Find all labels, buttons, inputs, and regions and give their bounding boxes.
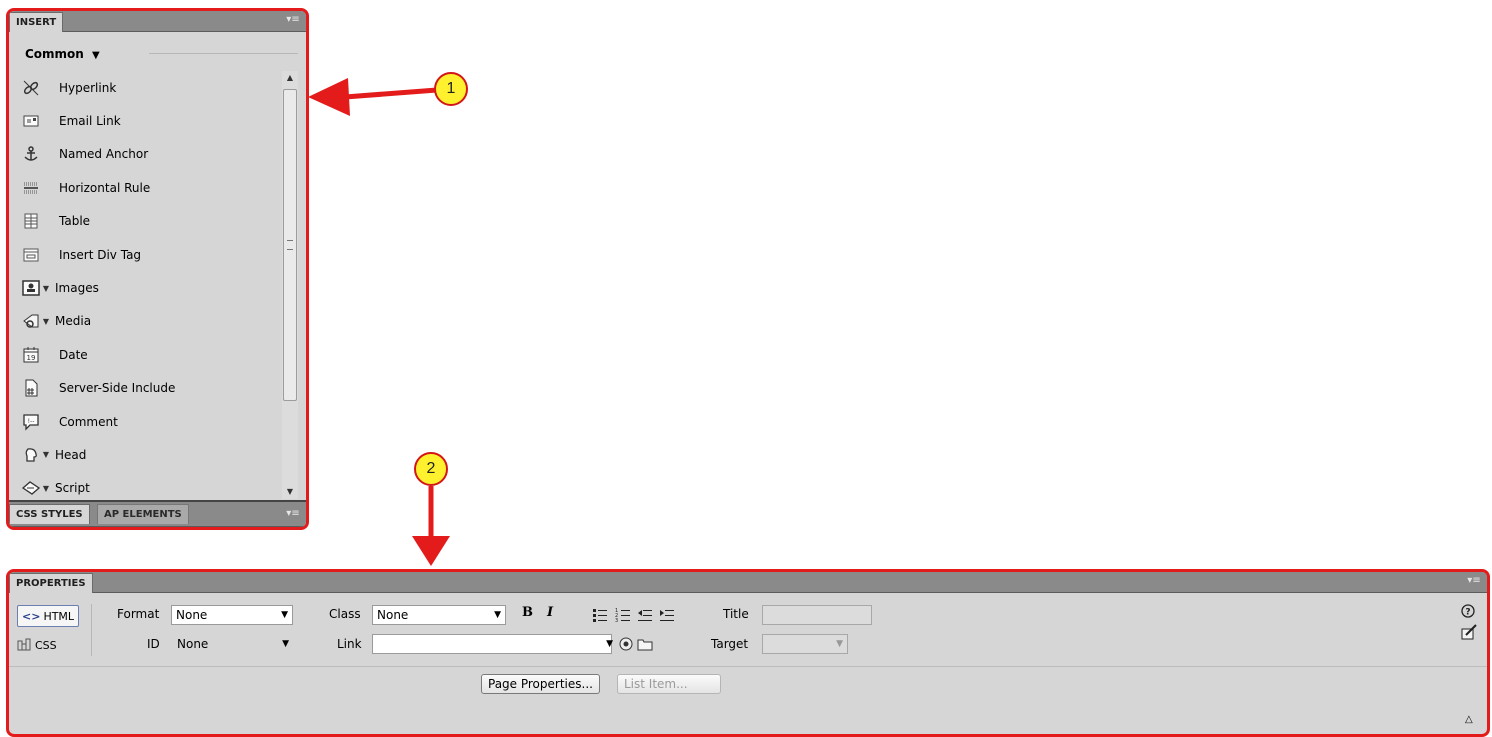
indent-icon[interactable]	[659, 608, 675, 625]
chevron-down-icon: ▼	[494, 610, 501, 620]
ordered-list-icon[interactable]: 123	[615, 608, 631, 625]
browse-folder-icon[interactable]	[637, 638, 653, 654]
chevron-down-icon: ▼	[281, 610, 288, 620]
properties-tab-bar: PROPERTIES ▾≡	[9, 572, 1487, 593]
help-icon[interactable]: ?	[1461, 604, 1475, 621]
html-mode-label: HTML	[43, 609, 75, 623]
chevron-down-icon: ▼	[282, 639, 289, 649]
list-item-button[interactable]: List Item...	[617, 674, 721, 694]
italic-button[interactable]: I	[547, 605, 553, 620]
html-mode-button[interactable]: <> HTML	[17, 605, 80, 627]
mode-divider	[91, 604, 92, 656]
point-to-file-icon[interactable]	[619, 637, 633, 654]
css-mode-button[interactable]: CSS	[17, 637, 57, 654]
format-value: None	[176, 608, 208, 622]
panel-options-menu-icon[interactable]: ▾≡	[1467, 574, 1481, 588]
outdent-icon[interactable]	[637, 608, 653, 625]
bold-button[interactable]: B	[522, 605, 533, 620]
quick-tag-editor-icon[interactable]	[1461, 624, 1477, 643]
format-select[interactable]: None ▼	[171, 605, 293, 625]
id-select[interactable]: None ▼	[173, 635, 293, 655]
link-input[interactable]: ▼	[372, 634, 613, 654]
code-brackets-icon: <>	[22, 609, 41, 623]
css-mode-label: CSS	[35, 639, 57, 652]
link-label: Link	[337, 637, 362, 651]
callout-2: 2	[414, 452, 448, 486]
format-label: Format	[117, 607, 160, 621]
class-label: Class	[329, 607, 361, 621]
properties-panel: PROPERTIES ▾≡ <> HTML CSS Format None ▼ …	[6, 569, 1490, 737]
id-value: None	[177, 637, 209, 651]
class-select[interactable]: None ▼	[372, 605, 506, 625]
target-select[interactable]: ▼	[762, 634, 848, 654]
svg-text:3: 3	[615, 618, 618, 622]
tab-properties[interactable]: PROPERTIES	[9, 573, 93, 593]
title-input[interactable]	[762, 605, 872, 625]
properties-divider	[9, 666, 1487, 667]
page-properties-button[interactable]: Page Properties...	[481, 674, 600, 694]
chevron-down-icon: ▼	[836, 639, 843, 649]
id-label: ID	[147, 637, 160, 651]
css-grid-icon	[17, 637, 31, 654]
title-label: Title	[723, 607, 749, 621]
class-value: None	[377, 608, 409, 622]
svg-text:?: ?	[1465, 608, 1470, 618]
collapse-arrow-icon[interactable]: △	[1465, 714, 1473, 725]
callout-1: 1	[434, 72, 468, 106]
unordered-list-icon[interactable]	[592, 608, 608, 625]
chevron-down-icon: ▼	[606, 639, 613, 649]
target-label: Target	[711, 637, 749, 651]
